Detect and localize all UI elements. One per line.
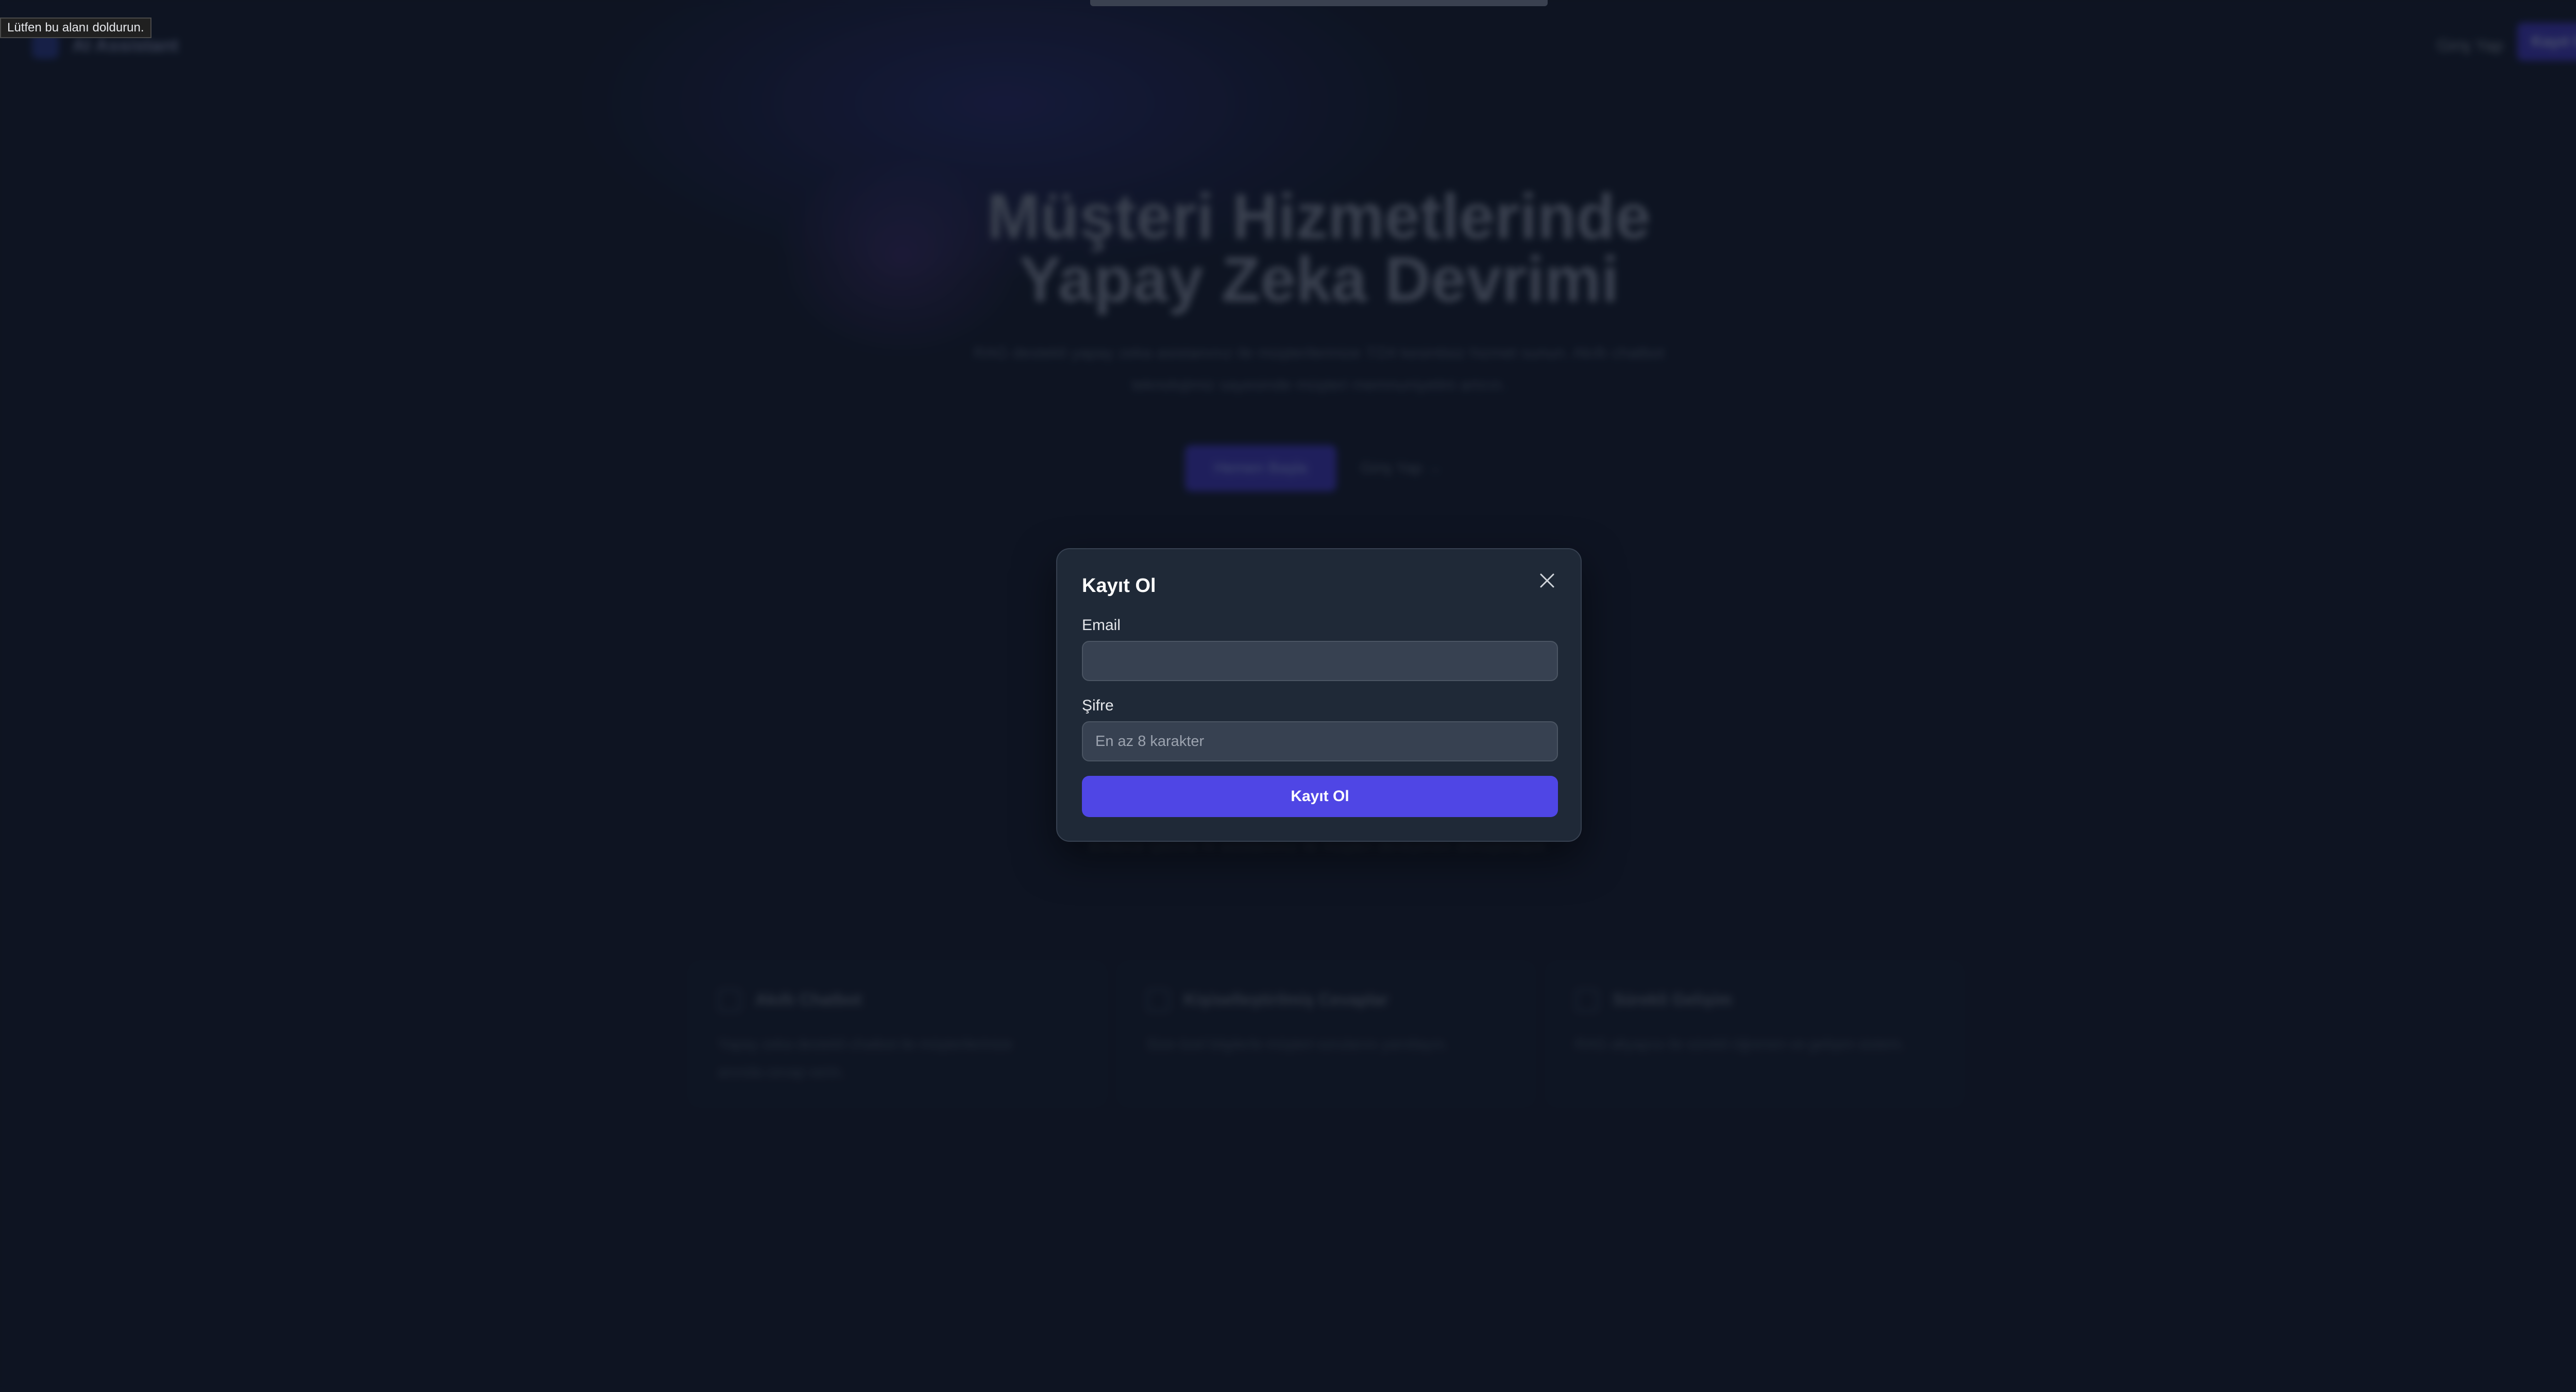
password-label: Şifre [1082, 697, 1114, 714]
close-button[interactable] [1534, 568, 1560, 593]
signup-submit-button[interactable]: Kayıt Ol [1082, 776, 1558, 817]
email-label: Email [1082, 617, 1121, 634]
signup-modal: Kayıt Ol Email Şifre Kayıt Ol [1056, 548, 1582, 842]
email-field[interactable] [1082, 641, 1558, 681]
browser-top-strip [1090, 0, 1548, 6]
close-icon [1540, 573, 1554, 588]
modal-title: Kayıt Ol [1082, 575, 1156, 597]
password-field[interactable] [1082, 721, 1558, 761]
validation-tooltip: Lütfen bu alanı doldurun. [0, 18, 151, 38]
